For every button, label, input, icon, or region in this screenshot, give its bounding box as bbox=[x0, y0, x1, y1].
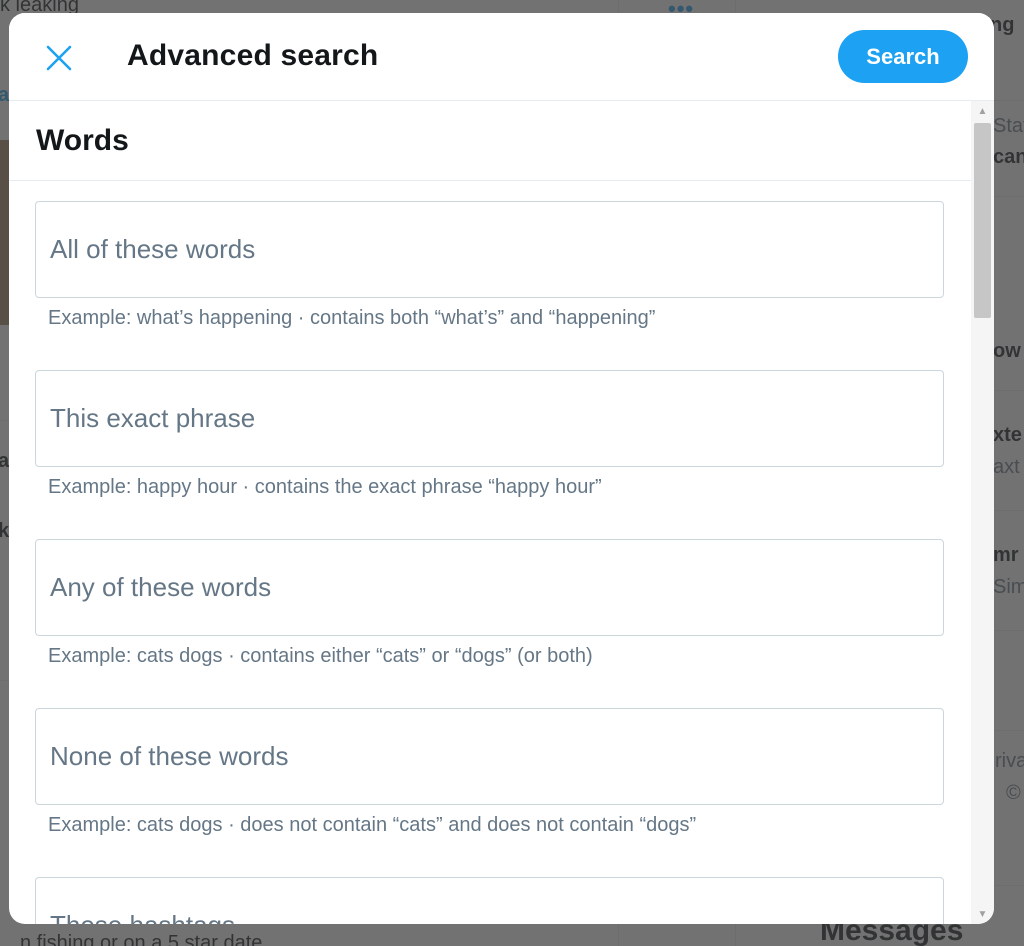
exact-phrase-input[interactable] bbox=[36, 371, 943, 466]
any-words-field[interactable] bbox=[35, 539, 944, 636]
scroll-up-arrow-icon[interactable]: ▲ bbox=[971, 101, 994, 121]
scroll-thumb[interactable] bbox=[974, 123, 991, 318]
none-words-hint: Example: cats dogs · does not contain “c… bbox=[48, 814, 697, 836]
all-words-hint: Example: what’s happening · contains bot… bbox=[48, 307, 656, 329]
exact-phrase-hint: Example: happy hour · contains the exact… bbox=[48, 476, 602, 498]
hashtags-input[interactable] bbox=[36, 878, 943, 924]
exact-phrase-field[interactable] bbox=[35, 370, 944, 467]
all-words-field[interactable] bbox=[35, 201, 944, 298]
any-words-input[interactable] bbox=[36, 540, 943, 635]
section-title: Words bbox=[36, 124, 129, 157]
scroll-down-arrow-icon[interactable]: ▼ bbox=[971, 904, 994, 924]
dialog-scrollbar[interactable]: ▲ ▼ bbox=[971, 101, 994, 924]
advanced-search-dialog: Advanced search Search Words Example: wh… bbox=[9, 13, 994, 924]
search-button[interactable]: Search bbox=[838, 30, 968, 83]
none-words-field[interactable] bbox=[35, 708, 944, 805]
close-icon bbox=[46, 45, 72, 71]
all-words-input[interactable] bbox=[36, 202, 943, 297]
dialog-title: Advanced search bbox=[127, 39, 379, 72]
dialog-header: Advanced search Search bbox=[9, 13, 994, 101]
dialog-body: Words Example: what’s happening · contai… bbox=[9, 101, 971, 924]
close-button[interactable] bbox=[33, 35, 85, 81]
words-section-heading: Words bbox=[9, 101, 971, 181]
hashtags-field[interactable] bbox=[35, 877, 944, 924]
any-words-hint: Example: cats dogs · contains either “ca… bbox=[48, 645, 593, 667]
none-words-input[interactable] bbox=[36, 709, 943, 804]
